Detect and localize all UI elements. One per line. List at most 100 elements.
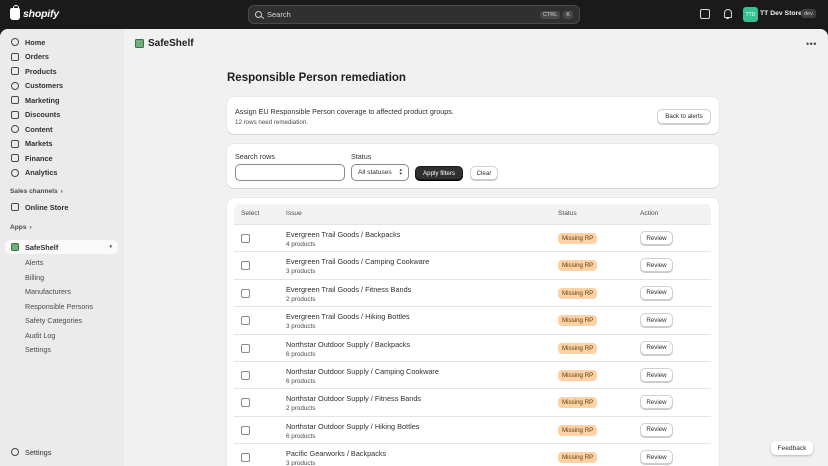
apps-heading[interactable]: Apps › [10, 224, 32, 231]
info-card: Assign EU Responsible Person coverage to… [227, 97, 719, 134]
sidebar: Sales channels › Online Store Apps › Saf… [0, 29, 124, 466]
table-row: Evergreen Trail Goods / Hiking Bottles 3 … [234, 306, 711, 333]
row-checkbox[interactable] [241, 371, 250, 380]
app-subitem-safety-categories[interactable]: Safety Categories [25, 316, 82, 325]
status-label: Status [351, 152, 372, 161]
sidebar-item-content[interactable]: Content [5, 122, 118, 136]
review-button[interactable]: Review [640, 313, 673, 328]
issue-name: Evergreen Trail Goods / Backpacks [286, 230, 401, 239]
table-row: Northstar Outdoor Supply / Backpacks 6 pr… [234, 333, 711, 361]
issue-name: Northstar Outdoor Supply / Hiking Bottle… [286, 421, 420, 431]
orders-icon [11, 52, 19, 61]
safeshelf-app-icon [11, 243, 19, 251]
status-badge: Missing RP [558, 233, 598, 244]
issue-name: Evergreen Trail Goods / Fitness Bands [286, 284, 412, 294]
table-row: Northstar Outdoor Supply / Hiking Bottle… [234, 415, 711, 443]
row-checkbox[interactable] [241, 453, 250, 463]
rows-summary: 12 rows need remediation. [235, 119, 308, 126]
app-subitem-responsible-persons[interactable]: Responsible Persons [25, 302, 93, 311]
sales-channels-heading[interactable]: Sales channels › [10, 188, 63, 195]
review-button[interactable]: Review [640, 395, 673, 410]
sidebar-item-orders[interactable]: Orders [5, 50, 118, 64]
review-button[interactable]: Review [640, 258, 673, 273]
app-subitem-alerts[interactable]: Alerts [25, 258, 43, 267]
sidebar-item-discounts[interactable]: Discounts [5, 108, 118, 122]
sidebar-item-analytics[interactable]: Analytics [5, 166, 118, 180]
sidebar-item-marketing[interactable]: Marketing [5, 93, 118, 107]
review-button[interactable]: Review [640, 231, 673, 245]
dev-badge: dev [801, 9, 816, 18]
app-subitem-settings[interactable]: Settings [25, 345, 51, 354]
sidebar-item-label: Finance [25, 153, 53, 163]
row-checkbox[interactable] [241, 343, 250, 353]
status-badge: Missing RP [558, 452, 598, 464]
search-bar[interactable]: Search CTRL K [248, 5, 580, 24]
table-row: Pacific Gearworks / Backpacks 3 products M… [234, 443, 711, 466]
issue-name: Evergreen Trail Goods / Hiking Bottles [286, 312, 410, 322]
chevron-down-icon[interactable]: ▾ [109, 244, 112, 250]
app-subitem-manufacturers[interactable]: Manufacturers [25, 287, 71, 296]
row-checkbox[interactable] [241, 234, 250, 243]
feedback-button[interactable]: Feedback [771, 441, 813, 455]
logo-text: shopify [23, 8, 59, 20]
review-button[interactable]: Review [640, 285, 673, 300]
sidebar-item-home[interactable]: Home [5, 35, 118, 49]
sidebar-item-products[interactable]: Products [5, 64, 118, 78]
sidebar-item-markets[interactable]: Markets [5, 137, 118, 151]
shopify-logo[interactable]: shopify [10, 5, 59, 20]
row-checkbox[interactable] [241, 398, 250, 408]
content-icon [11, 125, 19, 133]
product-count: 3 products [286, 460, 316, 466]
page-description: Assign EU Responsible Person coverage to… [235, 107, 454, 116]
more-options-icon[interactable]: ••• [806, 39, 817, 49]
sidebar-item-safeshelf[interactable]: SafeShelf ▾ [5, 240, 118, 254]
remediation-table: Select Issue Status Action Evergreen Tra… [227, 198, 719, 466]
search-rows-input[interactable] [235, 164, 345, 181]
home-icon [11, 38, 19, 46]
row-checkbox[interactable] [241, 316, 250, 326]
review-button[interactable]: Review [640, 450, 673, 465]
select-arrows-icon: ▴ ▾ [399, 167, 402, 177]
product-count: 3 products [286, 323, 316, 331]
review-button[interactable]: Review [640, 422, 673, 437]
table-header: Select Issue Status Action [234, 204, 711, 224]
review-button[interactable]: Review [640, 340, 673, 355]
header-action: Action [640, 210, 659, 217]
filters-card: Search rows Status All statuses ▴ ▾ Apply… [227, 144, 719, 188]
sidebar-item-finance[interactable]: Finance [5, 151, 118, 165]
markets-icon [11, 139, 19, 148]
main-frame: Sales channels › Online Store Apps › Saf… [0, 29, 828, 466]
status-select[interactable]: All statuses ▴ ▾ [351, 164, 409, 181]
sidebar-item-label: Home [25, 37, 46, 47]
store-icon[interactable] [700, 9, 710, 19]
sidebar-item-label: Settings [25, 447, 52, 457]
analytics-icon [11, 168, 19, 177]
store-name[interactable]: TT Dev Store [760, 10, 802, 17]
app-subitem-billing[interactable]: Billing [25, 273, 44, 282]
header-select: Select [241, 210, 260, 217]
sidebar-item-customers[interactable]: Customers [5, 79, 118, 93]
chevron-right-icon: › [29, 224, 32, 231]
product-count: 6 products [286, 432, 316, 440]
row-checkbox[interactable] [241, 261, 250, 271]
header-status: Status [558, 210, 577, 217]
online-store-icon [11, 203, 19, 211]
sidebar-item-settings[interactable]: Settings [5, 445, 118, 459]
back-to-alerts-button[interactable]: Back to alerts [657, 109, 711, 124]
row-checkbox[interactable] [241, 425, 250, 435]
row-checkbox[interactable] [241, 288, 250, 298]
store-avatar[interactable]: TTD [743, 7, 758, 22]
table-row: Evergreen Trail Goods / Camping Cookware… [234, 251, 711, 278]
clear-button[interactable]: Clear [470, 166, 498, 180]
search-placeholder: Search [267, 10, 291, 19]
bell-icon[interactable] [723, 9, 733, 19]
table-row: Evergreen Trail Goods / Backpacks 4 produ… [234, 224, 711, 251]
review-button[interactable]: Review [640, 368, 673, 382]
shortcut-k: K [563, 10, 573, 19]
sidebar-item-online-store[interactable]: Online Store [5, 200, 118, 214]
app-subitem-audit-log[interactable]: Audit Log [25, 331, 55, 340]
table-row: Northstar Outdoor Supply / Camping Cookw… [234, 361, 711, 388]
apply-filters-button[interactable]: Apply filters [415, 166, 463, 180]
sidebar-item-label: Orders [25, 52, 49, 61]
search-rows-label: Search rows [235, 152, 275, 161]
